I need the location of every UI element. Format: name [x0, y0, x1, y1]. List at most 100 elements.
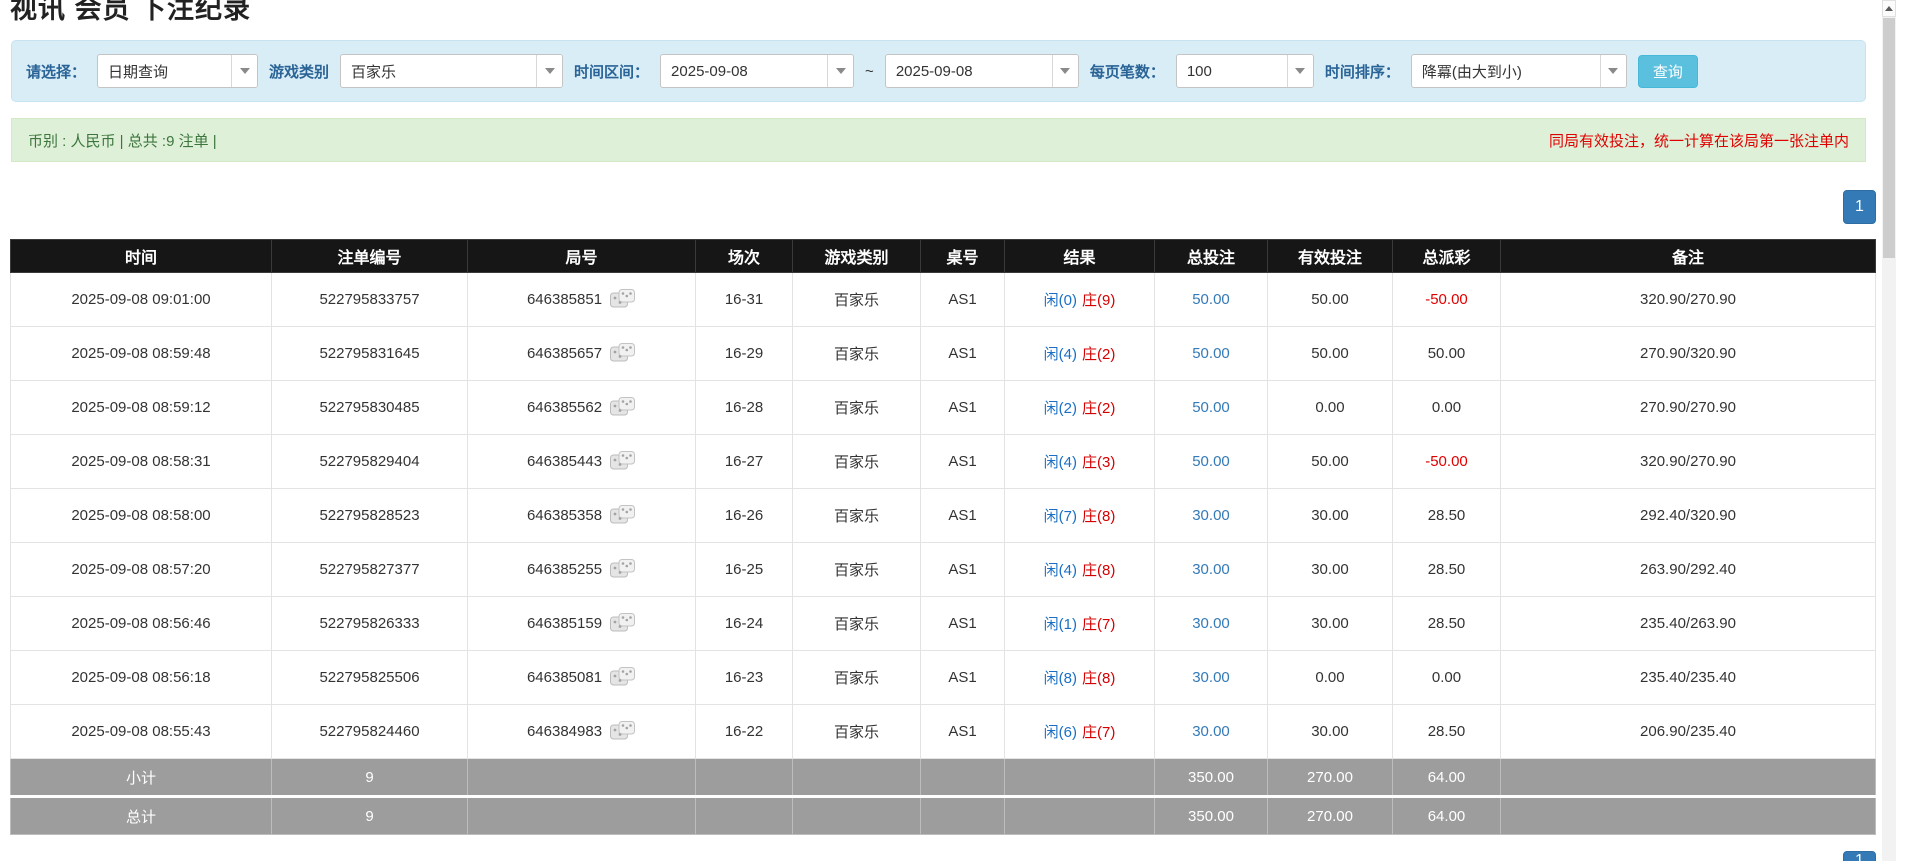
round-id-text: 646384983 [527, 723, 602, 740]
cell-time: 2025-09-08 08:59:48 [11, 327, 272, 381]
round-id-text: 646385657 [527, 345, 602, 362]
cell-remark: 320.90/270.90 [1501, 435, 1876, 489]
total-bet-link[interactable]: 30.00 [1192, 723, 1230, 740]
cell-valid-bet: 30.00 [1268, 543, 1393, 597]
game-replay-icon[interactable] [609, 288, 636, 311]
result-banker: 庄(7) [1082, 724, 1115, 741]
table-row: 2025-09-08 08:56:18 522795825506 6463850… [11, 651, 1876, 705]
time-range-label: 时间区间： [574, 61, 649, 82]
cell-remark: 292.40/320.90 [1501, 489, 1876, 543]
result-player: 闲(4) [1044, 562, 1077, 579]
cell-session: 16-31 [696, 273, 793, 327]
header-bet-id: 注单编号 [272, 240, 468, 273]
chevron-down-icon[interactable] [1600, 55, 1626, 87]
game-replay-icon[interactable] [609, 666, 636, 689]
cell-game-type: 百家乐 [793, 543, 921, 597]
cell-time: 2025-09-08 08:57:20 [11, 543, 272, 597]
chevron-down-icon[interactable] [827, 55, 853, 87]
cell-payout: 0.00 [1393, 381, 1501, 435]
chevron-down-icon[interactable] [1287, 55, 1313, 87]
game-replay-icon[interactable] [609, 450, 636, 473]
cell-valid-bet: 0.00 [1268, 651, 1393, 705]
game-replay-icon[interactable] [609, 720, 636, 743]
result-player: 闲(7) [1044, 508, 1077, 525]
page-size-label: 每页笔数： [1090, 61, 1165, 82]
cell-valid-bet: 50.00 [1268, 327, 1393, 381]
chevron-down-icon[interactable] [536, 55, 562, 87]
subtotal-payout: 64.00 [1393, 759, 1501, 797]
scroll-up-arrow-icon[interactable] [1882, 0, 1896, 17]
table-row: 2025-09-08 08:57:20 522795827377 6463852… [11, 543, 1876, 597]
page-size-select[interactable]: 100 [1176, 54, 1314, 88]
cell-total-bet: 50.00 [1155, 273, 1268, 327]
result-banker: 庄(8) [1082, 670, 1115, 687]
game-replay-icon[interactable] [609, 558, 636, 581]
empty-cell [1501, 759, 1876, 797]
header-time: 时间 [11, 240, 272, 273]
cell-session: 16-28 [696, 381, 793, 435]
game-replay-icon[interactable] [609, 504, 636, 527]
cell-result: 闲(4)庄(3) [1005, 435, 1155, 489]
cell-round-id: 646385255 [468, 543, 696, 597]
date-to-select[interactable]: 2025-09-08 [885, 54, 1079, 88]
game-replay-icon[interactable] [609, 396, 636, 419]
table-row: 2025-09-08 08:58:00 522795828523 6463853… [11, 489, 1876, 543]
game-type-select[interactable]: 百家乐 [340, 54, 563, 88]
table-row: 2025-09-08 08:59:48 522795831645 6463856… [11, 327, 1876, 381]
cell-bet-id: 522795824460 [272, 705, 468, 759]
query-type-select[interactable]: 日期查询 [97, 54, 258, 88]
cell-game-type: 百家乐 [793, 597, 921, 651]
cell-payout: 28.50 [1393, 597, 1501, 651]
game-replay-icon[interactable] [609, 342, 636, 365]
cell-valid-bet: 50.00 [1268, 273, 1393, 327]
time-sort-select[interactable]: 降冪(由大到小) [1411, 54, 1627, 88]
search-button[interactable]: 查询 [1638, 55, 1698, 88]
table-footer: 小计 9 350.00 270.00 64.00 总计 9 3 [11, 759, 1876, 835]
cell-game-type: 百家乐 [793, 705, 921, 759]
pagination-page-1-bottom[interactable]: 1 [1843, 851, 1876, 861]
pagination-page-1-top[interactable]: 1 [1843, 190, 1876, 224]
game-type-label: 游戏类别 [269, 61, 329, 82]
result-banker: 庄(8) [1082, 508, 1115, 525]
cell-time: 2025-09-08 08:58:00 [11, 489, 272, 543]
date-from-select[interactable]: 2025-09-08 [660, 54, 854, 88]
cell-bet-id: 522795827377 [272, 543, 468, 597]
total-bet-link[interactable]: 30.00 [1192, 507, 1230, 524]
cell-session: 16-24 [696, 597, 793, 651]
scrollbar-thumb[interactable] [1883, 18, 1895, 258]
cell-total-bet: 50.00 [1155, 435, 1268, 489]
empty-cell [468, 797, 696, 835]
result-banker: 庄(3) [1082, 454, 1115, 471]
total-bet-link[interactable]: 50.00 [1192, 399, 1230, 416]
cell-bet-id: 522795833757 [272, 273, 468, 327]
cell-remark: 263.90/292.40 [1501, 543, 1876, 597]
empty-cell [921, 797, 1005, 835]
total-bet-link[interactable]: 50.00 [1192, 453, 1230, 470]
cell-result: 闲(4)庄(8) [1005, 543, 1155, 597]
chevron-down-icon[interactable] [231, 55, 257, 87]
cell-valid-bet: 30.00 [1268, 705, 1393, 759]
total-bet-link[interactable]: 50.00 [1192, 345, 1230, 362]
header-round-id: 局号 [468, 240, 696, 273]
empty-cell [468, 759, 696, 797]
result-player: 闲(6) [1044, 724, 1077, 741]
result-banker: 庄(2) [1082, 400, 1115, 417]
cell-total-bet: 30.00 [1155, 597, 1268, 651]
select-type-label: 请选择： [26, 61, 86, 82]
round-id-text: 646385562 [527, 399, 602, 416]
subtotal-count: 9 [272, 759, 468, 797]
header-total-bet: 总投注 [1155, 240, 1268, 273]
vertical-scrollbar[interactable] [1882, 0, 1896, 861]
total-bet-link[interactable]: 30.00 [1192, 561, 1230, 578]
cell-round-id: 646385159 [468, 597, 696, 651]
cell-session: 16-23 [696, 651, 793, 705]
total-bet-link[interactable]: 30.00 [1192, 669, 1230, 686]
game-replay-icon[interactable] [609, 612, 636, 635]
date-to-value: 2025-09-08 [886, 55, 1052, 87]
cell-round-id: 646385081 [468, 651, 696, 705]
total-bet-link[interactable]: 30.00 [1192, 615, 1230, 632]
total-bet-link[interactable]: 50.00 [1192, 291, 1230, 308]
chevron-down-icon[interactable] [1052, 55, 1078, 87]
round-id-text: 646385081 [527, 669, 602, 686]
cell-time: 2025-09-08 08:56:18 [11, 651, 272, 705]
